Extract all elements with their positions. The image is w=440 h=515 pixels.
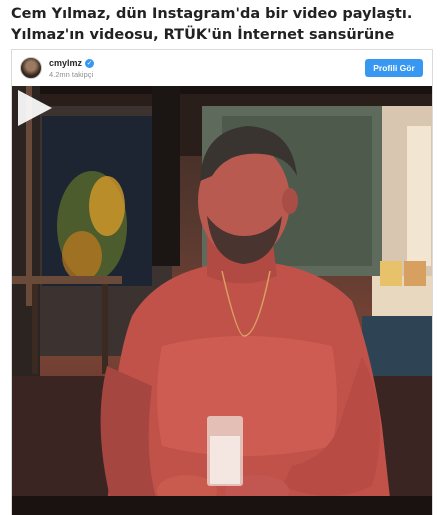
view-profile-button[interactable]: Profili Gör bbox=[365, 59, 423, 77]
video-player[interactable] bbox=[12, 86, 432, 515]
play-icon[interactable] bbox=[12, 86, 56, 130]
video-frame bbox=[12, 86, 432, 515]
instagram-embed: cmylmz ✓ 4.2mn takipçi Profili Gör bbox=[11, 49, 433, 515]
follower-count: 4.2mn takipçi bbox=[49, 70, 94, 79]
instagram-header: cmylmz ✓ 4.2mn takipçi Profili Gör bbox=[12, 50, 432, 86]
page: Cem Yılmaz, dün Instagram'da bir video p… bbox=[0, 0, 440, 515]
username-link[interactable]: cmylmz bbox=[49, 58, 82, 68]
verified-check-icon: ✓ bbox=[85, 58, 95, 68]
username-row: cmylmz ✓ bbox=[49, 58, 95, 68]
avatar[interactable] bbox=[20, 57, 42, 79]
